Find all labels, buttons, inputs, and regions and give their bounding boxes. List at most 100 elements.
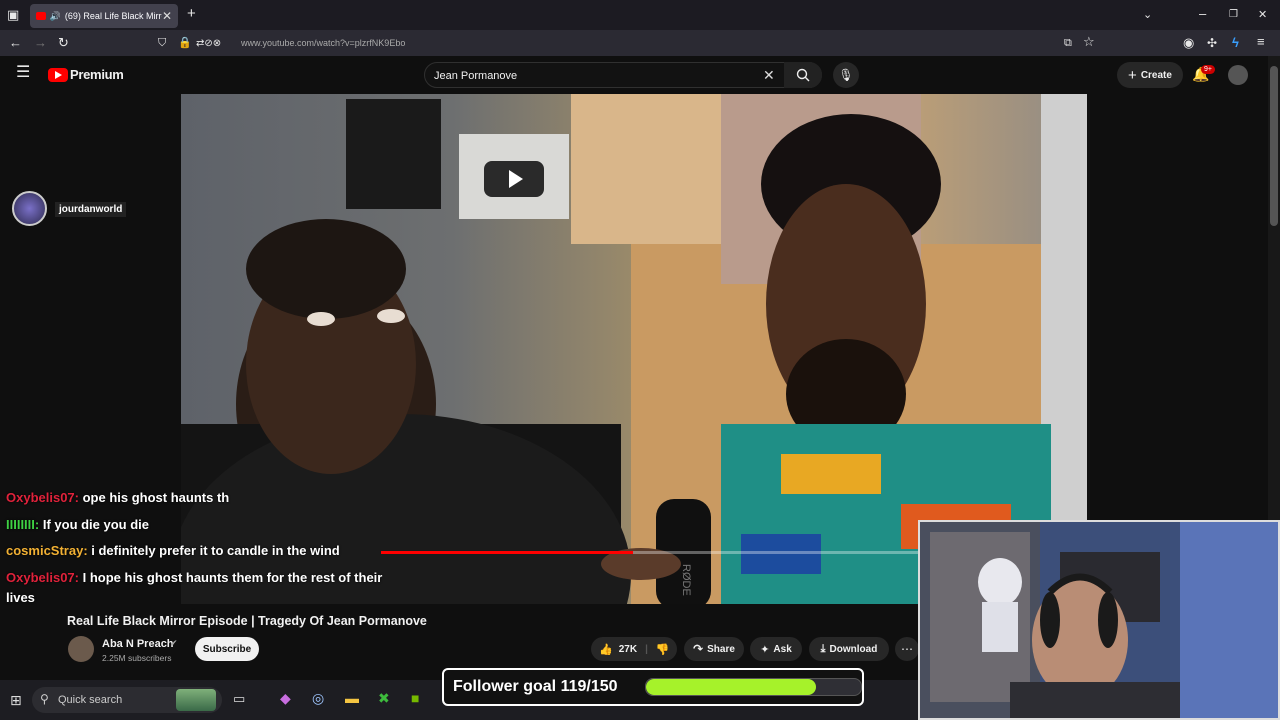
chat-message: lives <box>6 590 35 605</box>
restore-icon[interactable]: ❐ <box>1229 8 1238 22</box>
create-label: Create <box>1140 69 1172 81</box>
chat-text: i definitely prefer it to candle in the … <box>91 543 340 558</box>
webcam-overlay <box>918 520 1280 720</box>
chat-message: IIIIIIII: If you die you die <box>6 517 149 532</box>
premium-label: Premium <box>70 67 124 82</box>
notification-badge: 9+ <box>1201 65 1215 74</box>
nvidia-icon[interactable]: ■ <box>411 690 419 706</box>
xbox-icon[interactable]: ✖ <box>378 690 390 707</box>
verified-icon: ✔ <box>170 638 178 648</box>
search-input[interactable]: Jean Pormanove ✕ <box>424 62 822 88</box>
taskbar-search-placeholder: Quick search <box>58 694 123 706</box>
chat-username: cosmicStray: <box>6 543 92 558</box>
channel-name[interactable]: Aba N Preach <box>102 638 174 650</box>
chat-message: Oxybelis07: ope his ghost haunts th <box>6 490 229 505</box>
chat-message: cosmicStray: i definitely prefer it to c… <box>6 543 340 558</box>
shield-icon[interactable]: ⛉ <box>158 36 166 50</box>
youtube-play-icon <box>48 67 68 82</box>
follower-goal-widget: Follower goal 119/150 <box>442 668 864 706</box>
task-view-icon[interactable]: ▭ <box>233 691 245 707</box>
progress-fill <box>381 551 633 554</box>
close-window-icon[interactable]: ✕ <box>1258 8 1267 22</box>
plus-icon: + <box>1128 66 1137 84</box>
browser-tab[interactable]: 🔊 (69) Real Life Black Mirror E ✕ <box>30 4 178 28</box>
more-actions-button[interactable]: ⋯ <box>895 637 919 661</box>
youtube-logo[interactable]: Premium <box>48 67 124 82</box>
chat-text: I hope his ghost haunts them for the res… <box>82 569 383 585</box>
permissions-icon[interactable]: ⇄⊘⊗ <box>196 37 221 51</box>
streamer-name: jourdanworld <box>55 202 127 217</box>
search-icon: ⚲ <box>40 692 49 706</box>
download-icon: ⤓ <box>820 642 826 655</box>
extensions-icon[interactable]: ✣ <box>1207 36 1217 50</box>
menu-icon[interactable]: ≡ <box>1257 35 1265 49</box>
tab-list-icon[interactable]: ▣ <box>7 8 19 22</box>
avatar[interactable] <box>1228 65 1248 85</box>
bookmark-star-icon[interactable]: ☆ <box>1083 35 1095 49</box>
sparkle-icon: ✦ <box>760 643 770 656</box>
microphone-icon: 🎙 <box>838 68 854 82</box>
taskbar-search[interactable]: ⚲ Quick search <box>32 687 222 713</box>
picture-in-picture-icon[interactable]: ⧉ <box>1064 36 1072 50</box>
search-value: Jean Pormanove <box>434 70 518 82</box>
search-button[interactable] <box>784 62 822 88</box>
tab-title: (69) Real Life Black Mirror E <box>64 11 162 21</box>
share-icon: ↷ <box>693 642 704 656</box>
svg-text:RØDE: RØDE <box>680 564 692 596</box>
minimize-icon[interactable]: – <box>1199 7 1206 21</box>
create-button[interactable]: + Create <box>1117 62 1183 88</box>
download-button[interactable]: ⤓ Download <box>809 637 889 661</box>
share-label: Share <box>707 643 735 655</box>
copilot-icon[interactable]: ◆ <box>280 690 291 707</box>
file-explorer-icon[interactable]: ▬ <box>345 690 359 706</box>
new-tab-button[interactable]: + <box>187 6 196 21</box>
extension-icon[interactable]: ϟ <box>1232 36 1239 50</box>
download-label: Download <box>829 643 878 655</box>
clear-search-icon[interactable]: ✕ <box>763 67 775 84</box>
ask-button[interactable]: ✦ Ask <box>750 637 802 661</box>
search-highlight-image <box>176 689 216 711</box>
like-dislike-group: 👍 27K | 👎 <box>591 637 677 661</box>
search-icon <box>796 68 810 82</box>
windows-start-icon[interactable]: ⊞ <box>10 692 22 709</box>
chat-text: If you die you die <box>42 516 150 532</box>
chat-username: Oxybelis07: <box>6 569 83 585</box>
browser-nav-bar: ← → ↻ ⛉ 🔒 ⇄⊘⊗ www.youtube.com/watch?v=pl… <box>0 30 1280 56</box>
steam-icon[interactable]: ◎ <box>312 690 324 707</box>
reload-icon[interactable]: ↻ <box>58 36 69 50</box>
chat-text: ope his ghost haunts th <box>82 490 230 505</box>
chat-username: IIIIIIII: <box>6 516 43 532</box>
voice-search-button[interactable]: 🎙 <box>833 62 859 88</box>
speaker-icon[interactable]: 🔊 <box>50 11 61 22</box>
forward-icon[interactable]: → <box>34 36 47 50</box>
streamer-avatar <box>12 191 47 226</box>
youtube-favicon-icon <box>36 12 46 20</box>
back-icon[interactable]: ← <box>9 36 22 50</box>
like-count[interactable]: 27K <box>619 644 637 655</box>
scrollbar-thumb[interactable] <box>1270 66 1278 226</box>
subscribe-button[interactable]: Subscribe <box>195 637 259 661</box>
chat-text: lives <box>6 589 35 605</box>
more-icon: ⋯ <box>901 642 913 656</box>
channel-avatar[interactable] <box>68 636 94 662</box>
account-icon[interactable]: ◉ <box>1183 36 1194 50</box>
follower-goal-fill <box>645 679 817 695</box>
webcam-frame <box>920 522 1278 718</box>
share-button[interactable]: ↷ Share <box>684 637 744 661</box>
dislike-icon[interactable]: 👎 <box>656 643 670 656</box>
follower-goal-label: Follower goal 119/150 <box>453 678 618 695</box>
browser-tab-bar: ▣ 🔊 (69) Real Life Black Mirror E ✕ + ⌄ … <box>0 0 1280 30</box>
progress-bar[interactable] <box>381 551 981 554</box>
subscriber-count: 2.25M subscribers <box>102 653 172 663</box>
chat-message: Oxybelis07: I hope his ghost haunts them… <box>6 570 382 585</box>
chat-username: Oxybelis07: <box>6 490 83 505</box>
video-title: Real Life Black Mirror Episode | Tragedy… <box>67 614 427 628</box>
url-bar[interactable]: www.youtube.com/watch?v=plzrfNK9Ebo <box>241 38 405 48</box>
chevron-down-icon[interactable]: ⌄ <box>1143 8 1152 22</box>
lock-icon[interactable]: 🔒 <box>178 36 192 50</box>
like-icon[interactable]: 👍 <box>599 643 613 656</box>
ask-label: Ask <box>773 643 792 655</box>
hamburger-menu-icon[interactable]: ☰ <box>16 65 30 81</box>
follower-goal-track <box>644 678 862 696</box>
close-tab-icon[interactable]: ✕ <box>162 9 172 23</box>
